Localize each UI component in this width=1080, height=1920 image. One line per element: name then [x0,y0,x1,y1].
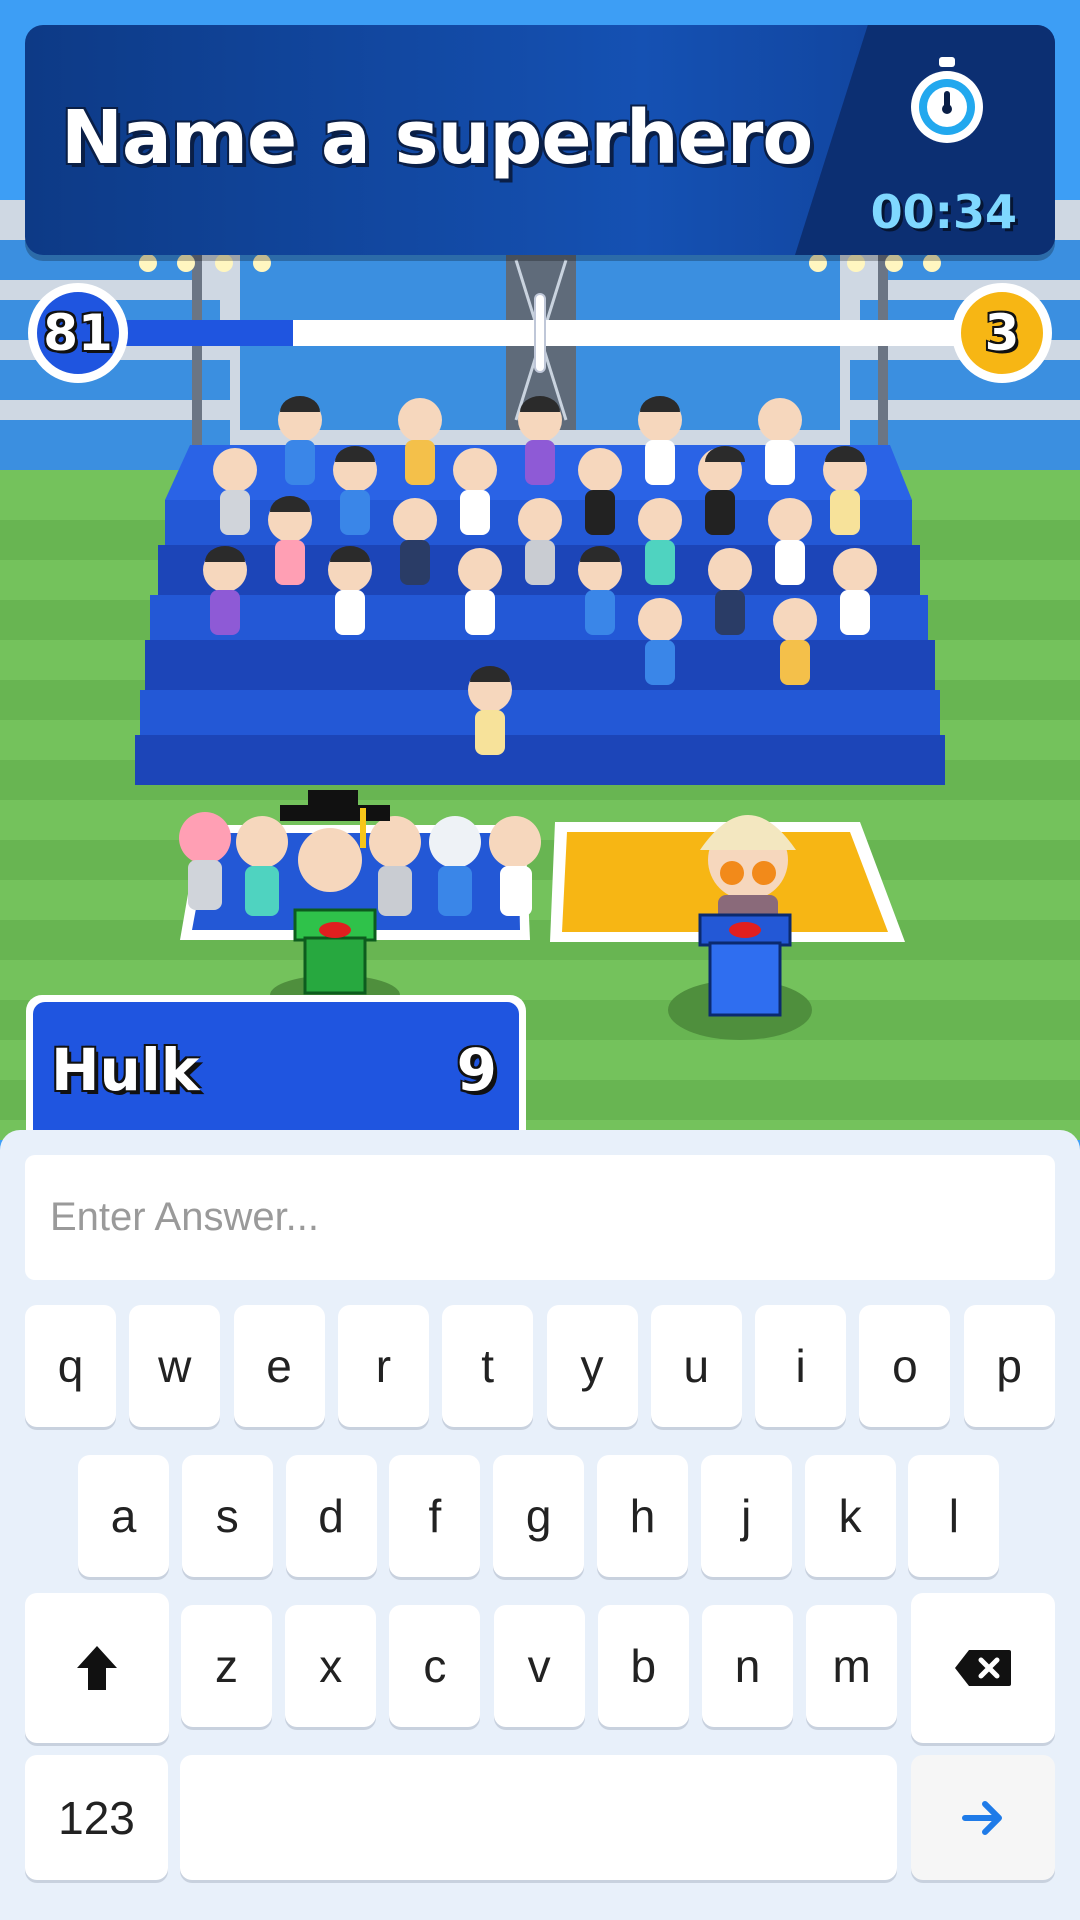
shift-arrow-icon [77,1646,117,1690]
blue-team-progress [108,320,293,346]
key-a[interactable]: a [78,1455,169,1577]
answer-input[interactable] [25,1155,1055,1280]
center-marker [536,295,544,371]
key-b[interactable]: b [597,1605,689,1727]
key-e[interactable]: e [233,1305,325,1427]
key-h[interactable]: h [597,1455,688,1577]
key-t[interactable]: t [442,1305,534,1427]
key-v[interactable]: v [493,1605,585,1727]
answer-card: Hulk 9 [26,995,526,1145]
question-banner: Name a superhero 00:34 [25,25,1055,255]
backspace-key[interactable] [911,1593,1055,1743]
score-track [108,320,988,346]
key-p[interactable]: p [963,1305,1055,1427]
key-w[interactable]: w [129,1305,221,1427]
enter-key[interactable] [911,1755,1055,1880]
key-q[interactable]: q [25,1305,116,1427]
blue-team-score: 81 [28,283,128,383]
key-m[interactable]: m [806,1605,898,1727]
key-o[interactable]: o [859,1305,951,1427]
countdown-timer: 00:34 [870,185,1017,239]
numbers-key[interactable]: 123 [25,1755,168,1880]
space-key[interactable] [180,1755,897,1880]
backspace-icon [955,1650,1011,1686]
key-x[interactable]: x [285,1605,377,1727]
key-n[interactable]: n [702,1605,793,1727]
key-l[interactable]: l [908,1455,1000,1577]
key-d[interactable]: d [285,1455,377,1577]
on-screen-keyboard: qwertyuiop asdfghjkl zxcvbnm 123 [0,1130,1080,1920]
stopwatch-icon [911,57,983,143]
answer-count: 9 [456,1036,497,1104]
arrow-right-icon [962,1800,1002,1835]
key-k[interactable]: k [804,1455,896,1577]
yellow-team-score: 3 [952,283,1052,383]
key-r[interactable]: r [337,1305,429,1427]
key-c[interactable]: c [389,1605,481,1727]
bleachers [135,445,945,785]
key-i[interactable]: i [755,1305,847,1427]
key-f[interactable]: f [389,1455,481,1577]
answer-card-body: Hulk 9 [33,1002,519,1138]
score-tug-bar: 81 3 [28,283,1052,383]
key-s[interactable]: s [181,1455,273,1577]
question-text: Name a superhero [61,95,813,181]
key-z[interactable]: z [181,1605,272,1727]
key-u[interactable]: u [650,1305,742,1427]
key-g[interactable]: g [493,1455,585,1577]
answer-text: Hulk [51,1036,200,1104]
shift-key[interactable] [25,1593,169,1743]
key-j[interactable]: j [700,1455,792,1577]
key-y[interactable]: y [546,1305,638,1427]
